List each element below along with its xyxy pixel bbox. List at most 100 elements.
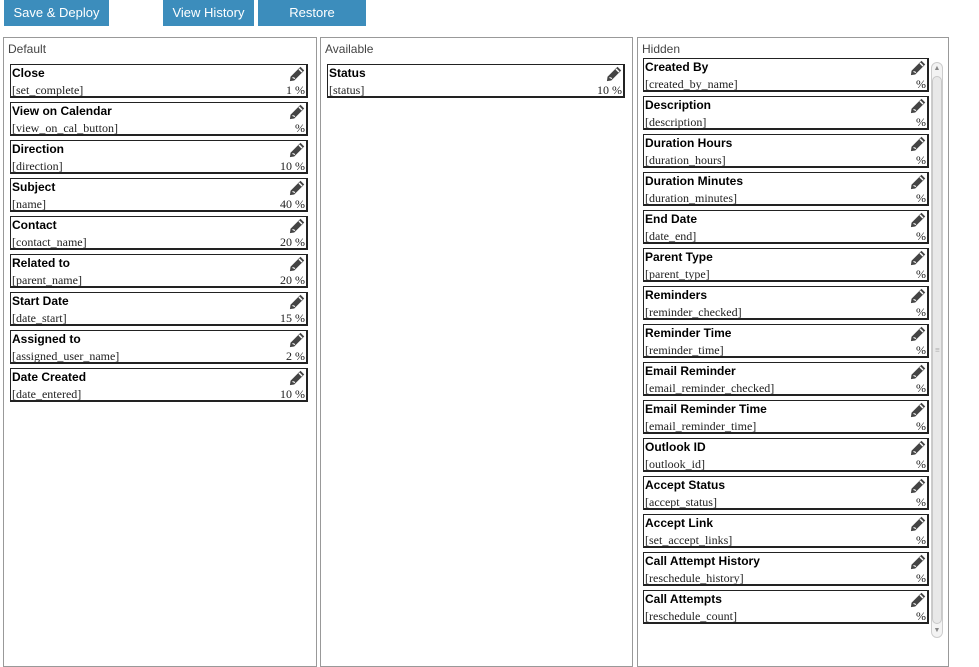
field-label: Duration Hours (645, 136, 733, 150)
field-width: % (916, 343, 926, 357)
pencil-icon[interactable] (910, 592, 926, 608)
field-name: [email_reminder_checked] (645, 381, 775, 395)
field-item[interactable]: Accept Status [accept_status] % (643, 476, 929, 510)
hidden-panel: Hidden Created By [created_by_name] % De… (637, 37, 949, 667)
pencil-icon[interactable] (910, 326, 926, 342)
field-label: Created By (645, 60, 709, 74)
pencil-icon[interactable] (289, 294, 305, 310)
field-width: 20 % (280, 273, 305, 287)
field-item[interactable]: Call Attempts [reschedule_count] % (643, 590, 929, 624)
default-field-list: Close [set_complete] 1 % View on Calenda… (10, 64, 308, 406)
field-item[interactable]: Direction [direction] 10 % (10, 140, 308, 174)
hidden-list-scrollbar[interactable]: ▲ ≡ ▼ (931, 62, 943, 638)
field-width: 20 % (280, 235, 305, 249)
field-item[interactable]: Email Reminder Time [email_reminder_time… (643, 400, 929, 434)
field-width: 40 % (280, 197, 305, 211)
pencil-icon[interactable] (289, 332, 305, 348)
field-width: % (295, 121, 305, 135)
field-label: Accept Link (645, 516, 714, 530)
pencil-icon[interactable] (910, 288, 926, 304)
field-label: Email Reminder (645, 364, 736, 378)
field-label: Call Attempt History (645, 554, 760, 568)
field-item[interactable]: Call Attempt History [reschedule_history… (643, 552, 929, 586)
pencil-icon[interactable] (606, 66, 622, 82)
pencil-icon[interactable] (910, 174, 926, 190)
field-width: 10 % (280, 387, 305, 401)
field-item[interactable]: Reminder Time [reminder_time] % (643, 324, 929, 358)
pencil-icon[interactable] (910, 516, 926, 532)
field-item[interactable]: Close [set_complete] 1 % (10, 64, 308, 98)
pencil-icon[interactable] (910, 98, 926, 114)
pencil-icon[interactable] (910, 554, 926, 570)
field-item[interactable]: Parent Type [parent_type] % (643, 248, 929, 282)
save-deploy-button[interactable]: Save & Deploy (4, 0, 109, 26)
field-label: Parent Type (645, 250, 713, 264)
field-width: % (916, 609, 926, 623)
field-width: % (916, 77, 926, 91)
field-width: % (916, 381, 926, 395)
field-item[interactable]: Related to [parent_name] 20 % (10, 254, 308, 288)
field-width: % (916, 191, 926, 205)
field-item[interactable]: Accept Link [set_accept_links] % (643, 514, 929, 548)
field-label: End Date (645, 212, 698, 226)
pencil-icon[interactable] (910, 440, 926, 456)
scroll-up-arrow-icon[interactable]: ▲ (932, 63, 942, 75)
pencil-icon[interactable] (910, 136, 926, 152)
pencil-icon[interactable] (289, 66, 305, 82)
field-name: [outlook_id] (645, 457, 705, 471)
field-item[interactable]: Assigned to [assigned_user_name] 2 % (10, 330, 308, 364)
field-label: Email Reminder Time (645, 402, 767, 416)
panel-title: Hidden (642, 42, 681, 56)
pencil-icon[interactable] (910, 402, 926, 418)
scroll-down-arrow-icon[interactable]: ▼ (932, 625, 942, 637)
pencil-icon[interactable] (910, 60, 926, 76)
pencil-icon[interactable] (289, 370, 305, 386)
view-history-button[interactable]: View History (163, 0, 254, 26)
field-name: [parent_type] (645, 267, 710, 281)
field-name: [reminder_time] (645, 343, 724, 357)
field-item[interactable]: Outlook ID [outlook_id] % (643, 438, 929, 472)
field-item[interactable]: Status [status] 10 % (327, 64, 625, 98)
field-item[interactable]: Subject [name] 40 % (10, 178, 308, 212)
pencil-icon[interactable] (289, 256, 305, 272)
field-width: % (916, 115, 926, 129)
field-item[interactable]: Start Date [date_start] 15 % (10, 292, 308, 326)
field-item[interactable]: View on Calendar [view_on_cal_button] % (10, 102, 308, 136)
available-panel: Available Status [status] 10 % (320, 37, 633, 667)
pencil-icon[interactable] (910, 364, 926, 380)
field-item[interactable]: Contact [contact_name] 20 % (10, 216, 308, 250)
field-label: Duration Minutes (645, 174, 743, 188)
field-item[interactable]: End Date [date_end] % (643, 210, 929, 244)
pencil-icon[interactable] (289, 180, 305, 196)
field-item[interactable]: Created By [created_by_name] % (643, 58, 929, 92)
field-item[interactable]: Duration Minutes [duration_minutes] % (643, 172, 929, 206)
field-name: [reschedule_history] (645, 571, 744, 585)
field-width: % (916, 495, 926, 509)
pencil-icon[interactable] (289, 142, 305, 158)
pencil-icon[interactable] (910, 212, 926, 228)
field-label: Accept Status (645, 478, 726, 492)
scroll-thumb[interactable]: ≡ (932, 76, 942, 624)
field-name: [set_accept_links] (645, 533, 733, 547)
field-width: % (916, 229, 926, 243)
restore-default-button[interactable]: Restore Default (258, 0, 366, 46)
field-item[interactable]: Duration Hours [duration_hours] % (643, 134, 929, 168)
field-item[interactable]: Description [description] % (643, 96, 929, 130)
field-name: [reschedule_count] (645, 609, 737, 623)
field-width: 10 % (597, 83, 622, 97)
field-label: Direction (12, 142, 65, 156)
field-name: [email_reminder_time] (645, 419, 757, 433)
field-label: Call Attempts (645, 592, 722, 606)
field-name: [date_entered] (12, 387, 82, 401)
field-name: [parent_name] (12, 273, 82, 287)
pencil-icon[interactable] (910, 250, 926, 266)
field-name: [reminder_checked] (645, 305, 742, 319)
pencil-icon[interactable] (289, 218, 305, 234)
field-item[interactable]: Reminders [reminder_checked] % (643, 286, 929, 320)
field-item[interactable]: Date Created [date_entered] 10 % (10, 368, 308, 402)
field-item[interactable]: Email Reminder [email_reminder_checked] … (643, 362, 929, 396)
pencil-icon[interactable] (289, 104, 305, 120)
pencil-icon[interactable] (910, 478, 926, 494)
field-name: [set_complete] (12, 83, 84, 97)
field-name: [view_on_cal_button] (12, 121, 118, 135)
